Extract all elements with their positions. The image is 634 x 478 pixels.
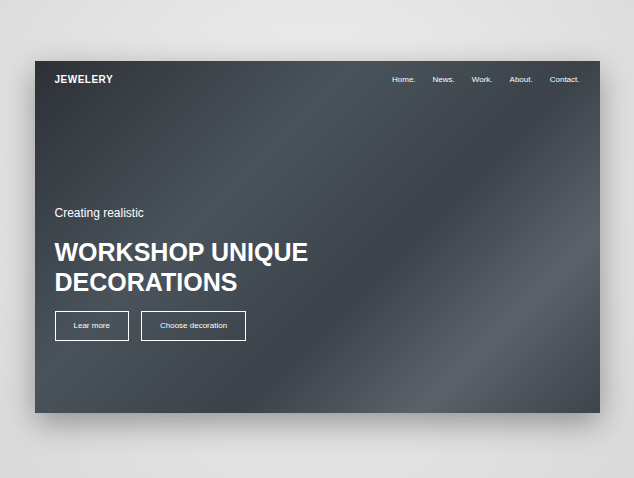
nav-item[interactable]: News.	[433, 74, 455, 86]
hero-content: Creating realistic WORKSHOP UNIQUEDECORAT…	[35, 206, 600, 341]
page: JEWELERY Home. News. Work. About. Contact. Cre…	[0, 0, 634, 478]
nav-bar: JEWELERY Home. News. Work. About. Contact.	[35, 61, 600, 87]
nav-menu: Home. News. Work. About. Contact.	[392, 74, 579, 86]
nav-item[interactable]: Contact.	[550, 74, 580, 86]
hero-button[interactable]: Lear more	[55, 311, 129, 341]
logo[interactable]: JEWELERY	[55, 72, 114, 87]
nav-item[interactable]: Home.	[392, 74, 416, 86]
nav-item[interactable]: Work.	[472, 74, 493, 86]
hero-buttons: Lear more Choose decoration	[55, 311, 580, 341]
nav-item[interactable]: About.	[510, 74, 533, 86]
hero-heading: WORKSHOP UNIQUEDECORATIONS	[55, 237, 580, 297]
hero-subtitle: Creating realistic	[55, 206, 580, 220]
heading-line: DECORATIONS	[55, 267, 580, 297]
hero-card: JEWELERY Home. News. Work. About. Contact. Cre…	[35, 61, 600, 413]
heading-line: WORKSHOP UNIQUE	[55, 237, 580, 267]
hero-button[interactable]: Choose decoration	[141, 311, 246, 341]
